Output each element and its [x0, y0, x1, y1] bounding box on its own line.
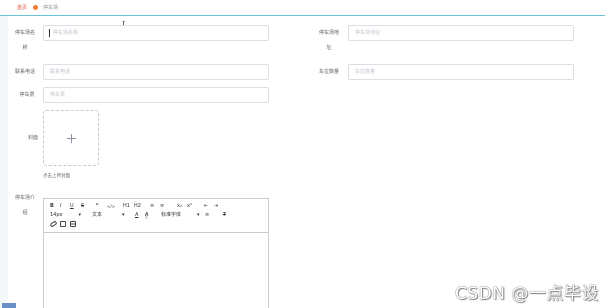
address-label-line2: 址: [326, 45, 332, 51]
font-chevron-icon: ▾: [197, 212, 200, 218]
outdent-button[interactable]: ⇤: [204, 203, 208, 210]
address-placeholder: 停车场地址: [355, 30, 381, 36]
breadcrumb-home[interactable]: 首页: [17, 4, 27, 11]
fee-input[interactable]: 停车费: [43, 87, 269, 103]
size-value: 14px: [50, 212, 63, 218]
subscript-button[interactable]: x₂: [177, 203, 182, 210]
indent-button[interactable]: ⇥: [214, 203, 218, 210]
text-color-button[interactable]: A: [135, 212, 138, 219]
breadcrumb-current: 停车场: [43, 5, 59, 11]
name-input[interactable]: 停车场名称: [43, 25, 269, 41]
font-value: 标准字体: [161, 212, 182, 218]
cover-label: 封面: [27, 135, 38, 141]
bullet-list-button[interactable]: ≡: [160, 203, 164, 210]
image-icon[interactable]: [60, 221, 66, 227]
phone-label: 联系电话: [14, 69, 35, 75]
breadcrumb-bar: 首页 停车场: [0, 0, 605, 16]
breadcrumb-separator-icon: [33, 5, 39, 10]
video-icon[interactable]: [70, 221, 76, 227]
clean-button[interactable]: T̸: [223, 212, 226, 219]
editor-toolbar: B I U S ❞ </> H1 H2 ≡ ≡ x₂ x² ⇤ ⇥ 14px ▾ …: [44, 199, 268, 233]
background-color-button[interactable]: A: [145, 212, 149, 219]
phone-placeholder: 联系电话: [50, 69, 71, 75]
intro-label: 停车场介 绍: [14, 194, 36, 217]
name-placeholder: 停车场名称: [53, 30, 79, 36]
underline-button[interactable]: U: [70, 203, 74, 210]
name-label: 停车场名 称: [14, 29, 36, 52]
address-label: 停车场地 址: [318, 29, 340, 52]
rich-text-editor[interactable]: B I U S ❞ </> H1 H2 ≡ ≡ x₂ x² ⇤ ⇥ 14px ▾ …: [43, 198, 269, 308]
header1-button[interactable]: H1: [123, 203, 130, 210]
font-select[interactable]: 标准字体 ▾: [161, 212, 200, 219]
address-label-line1: 停车场地: [318, 30, 339, 36]
address-input[interactable]: 停车场地址: [348, 25, 574, 41]
header-chevron-icon: ▾: [122, 212, 125, 218]
phone-input[interactable]: 联系电话: [43, 64, 269, 80]
header-value: 文本: [92, 212, 103, 218]
plus-icon-vertical: [71, 134, 72, 143]
bold-icon: B: [50, 203, 54, 209]
spots-label: 车位数量: [318, 69, 339, 75]
superscript-button[interactable]: x²: [187, 203, 192, 210]
spots-placeholder: 车位数量: [355, 69, 376, 75]
fee-placeholder: 停车费: [50, 92, 66, 98]
header2-button[interactable]: H2: [134, 203, 141, 210]
header-select[interactable]: 文本 ▾: [92, 212, 125, 219]
bold-button[interactable]: B: [50, 203, 54, 210]
spots-input[interactable]: 车位数量: [348, 64, 574, 80]
left-edge: [0, 16, 8, 308]
breadcrumb: 首页 停车场: [17, 4, 58, 11]
cover-upload[interactable]: [43, 110, 99, 166]
code-block-button[interactable]: </>: [107, 203, 115, 210]
strike-button[interactable]: S: [81, 203, 84, 210]
italic-button[interactable]: I: [60, 203, 61, 210]
size-chevron-icon: ▾: [78, 212, 82, 218]
intro-label-line1: 停车场介: [14, 195, 35, 201]
fee-label: 停车费: [19, 92, 35, 98]
watermark: CSDN @一点毕设: [455, 284, 599, 304]
intro-label-line2: 绍: [22, 210, 28, 216]
corner-tab: [2, 303, 16, 308]
size-select[interactable]: 14px ▾: [50, 212, 81, 219]
cover-hint: 点击上传封面: [43, 174, 70, 179]
name-label-line1: 停车场名: [14, 30, 35, 36]
blockquote-button[interactable]: ❞: [96, 203, 99, 210]
ordered-list-button[interactable]: ≡: [150, 203, 154, 210]
align-button[interactable]: ≡: [205, 212, 209, 219]
link-icon[interactable]: [49, 220, 58, 228]
name-label-line2: 称: [22, 45, 28, 51]
